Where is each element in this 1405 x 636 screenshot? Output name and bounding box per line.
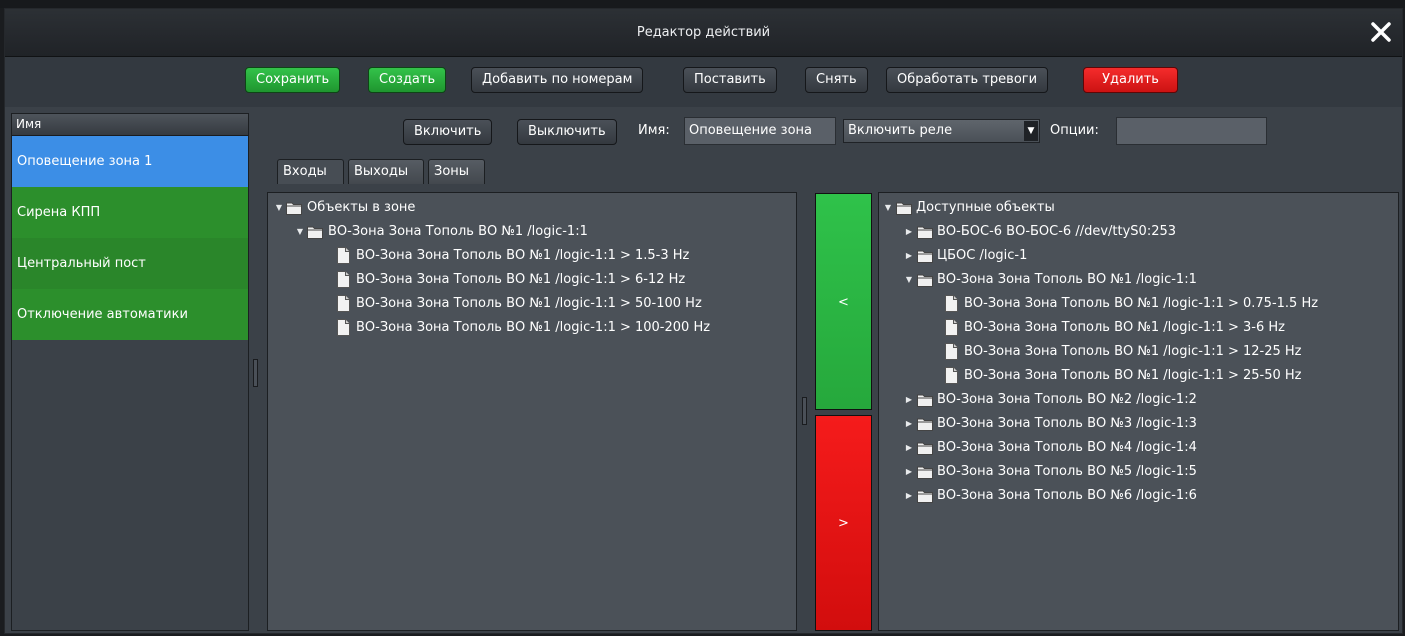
action-select[interactable]: Включить реле ▼ <box>843 119 1040 143</box>
tree-group-label: ВО-Зона Зона Тополь ВО №1 /logic-1:1 <box>937 272 1197 287</box>
list-item[interactable]: Отключение автоматики <box>12 289 248 340</box>
chevron-down-icon: ▼ <box>1024 121 1038 141</box>
action-select-value: Включить реле <box>848 123 953 138</box>
actions-list: Имя Оповещение зона 1 Сирена КПП Централ… <box>11 113 249 631</box>
create-button[interactable]: Создать <box>368 67 447 93</box>
folder-icon <box>917 490 933 503</box>
tree-group-label: ВО-Зона Зона Тополь ВО №4 /logic-1:4 <box>937 440 1197 455</box>
panel-splitter-handle[interactable] <box>802 397 807 425</box>
options-field[interactable] <box>1116 117 1267 145</box>
tree-group-label: ВО-Зона Зона Тополь ВО №2 /logic-1:2 <box>937 392 1197 407</box>
arm-button[interactable]: Поставить <box>683 67 777 93</box>
file-icon <box>337 295 350 312</box>
expand-arrow-icon[interactable]: ▶ <box>904 461 914 483</box>
tree-root-label: Доступные объекты <box>916 200 1055 215</box>
expand-arrow-icon[interactable]: ▶ <box>904 389 914 411</box>
folder-icon <box>917 418 933 431</box>
title-bar: Редактор действий <box>5 9 1402 57</box>
toolbar: Сохранить Создать Добавить по номерам По… <box>5 57 1402 107</box>
disable-button[interactable]: Выключить <box>517 119 617 145</box>
expand-arrow-icon[interactable]: ▶ <box>904 413 914 435</box>
folder-icon <box>917 274 933 287</box>
expand-arrow-icon[interactable]: ▼ <box>295 221 305 243</box>
folder-icon <box>917 226 933 239</box>
name-label: Имя: <box>638 123 670 138</box>
expand-arrow-icon[interactable]: ▶ <box>904 221 914 243</box>
tree-item-label: ВО-Зона Зона Тополь ВО №1 /logic-1:1 > 2… <box>964 368 1302 383</box>
folder-icon <box>307 226 323 239</box>
sidebar-splitter[interactable] <box>253 113 259 631</box>
tree-item-label: ВО-Зона Зона Тополь ВО №1 /logic-1:1 > 6… <box>356 272 686 287</box>
name-field[interactable]: Оповещение зона <box>684 117 836 145</box>
tab-outputs[interactable]: Выходы <box>348 159 424 184</box>
move-left-button[interactable]: < <box>815 193 872 410</box>
top-strip <box>0 0 1405 8</box>
disarm-button[interactable]: Снять <box>805 67 868 93</box>
options-label: Опции: <box>1050 123 1099 138</box>
folder-icon <box>917 250 933 263</box>
file-icon <box>337 247 350 264</box>
expand-arrow-icon[interactable]: ▶ <box>904 245 914 267</box>
available-objects-tree: ▼ Доступные объекты ▶ ВО-БОС-6 ВО-БОС-6 … <box>878 192 1399 631</box>
expand-arrow-icon[interactable]: ▶ <box>904 485 914 507</box>
tree-item-label: ВО-Зона Зона Тополь ВО №1 /logic-1:1 > 5… <box>356 296 702 311</box>
tree-group-label: ВО-БОС-6 ВО-БОС-6 //dev/ttyS0:253 <box>937 224 1177 239</box>
move-right-button[interactable]: > <box>815 415 872 631</box>
list-item[interactable]: Оповещение зона 1 <box>12 136 248 187</box>
close-button[interactable] <box>1368 19 1394 45</box>
tree-root-label: Объекты в зоне <box>307 200 416 215</box>
tree-item-label: ВО-Зона Зона Тополь ВО №1 /logic-1:1 > 1… <box>356 320 711 335</box>
file-icon <box>945 319 958 336</box>
expand-arrow-icon[interactable]: ▼ <box>274 197 284 219</box>
zone-objects-tree: ▼ Объекты в зоне ▼ ВО-Зона Зона Тополь В… <box>267 192 797 631</box>
file-icon <box>945 343 958 360</box>
folder-icon <box>286 202 302 215</box>
file-icon <box>337 271 350 288</box>
tree-group-label: ВО-Зона Зона Тополь ВО №6 /logic-1:6 <box>937 488 1197 503</box>
save-button[interactable]: Сохранить <box>245 67 341 93</box>
tree-group-label: ВО-Зона Зона Тополь ВО №5 /logic-1:5 <box>937 464 1197 479</box>
tree-group-label: ЦБОС /logic-1 <box>937 248 1028 263</box>
name-column-header[interactable]: Имя <box>12 114 248 136</box>
close-icon <box>1371 22 1391 42</box>
tree-group-label: ВО-Зона Зона Тополь ВО №1 /logic-1:1 <box>328 224 588 239</box>
expand-arrow-icon[interactable]: ▼ <box>883 197 893 219</box>
file-icon <box>945 367 958 384</box>
file-icon <box>945 295 958 312</box>
folder-icon <box>917 442 933 455</box>
expand-arrow-icon[interactable]: ▶ <box>904 437 914 459</box>
folder-icon <box>896 202 912 215</box>
tree-item-label: ВО-Зона Зона Тополь ВО №1 /logic-1:1 > 3… <box>964 320 1285 335</box>
expand-arrow-icon[interactable]: ▼ <box>904 269 914 291</box>
folder-icon <box>917 394 933 407</box>
action-editor-window: Редактор действий Сохранить Создать Доба… <box>4 8 1403 634</box>
folder-icon <box>917 466 933 479</box>
tree-group-label: ВО-Зона Зона Тополь ВО №3 /logic-1:3 <box>937 416 1197 431</box>
tab-inputs[interactable]: Входы <box>277 159 344 184</box>
delete-button[interactable]: Удалить <box>1083 67 1178 93</box>
list-item[interactable]: Центральный пост <box>12 238 248 289</box>
window-title: Редактор действий <box>636 25 771 40</box>
list-item[interactable]: Сирена КПП <box>12 187 248 238</box>
file-icon <box>337 319 350 336</box>
tree-item-label: ВО-Зона Зона Тополь ВО №1 /logic-1:1 > 0… <box>964 296 1319 311</box>
add-by-numbers-button[interactable]: Добавить по номерам <box>471 67 644 93</box>
enable-button[interactable]: Включить <box>403 119 493 145</box>
process-alarms-button[interactable]: Обработать тревоги <box>886 67 1049 93</box>
tree-item-label: ВО-Зона Зона Тополь ВО №1 /logic-1:1 > 1… <box>964 344 1302 359</box>
tree-item-label: ВО-Зона Зона Тополь ВО №1 /logic-1:1 > 1… <box>356 248 690 263</box>
splitter-handle[interactable] <box>253 359 258 387</box>
tab-zones[interactable]: Зоны <box>428 159 485 184</box>
